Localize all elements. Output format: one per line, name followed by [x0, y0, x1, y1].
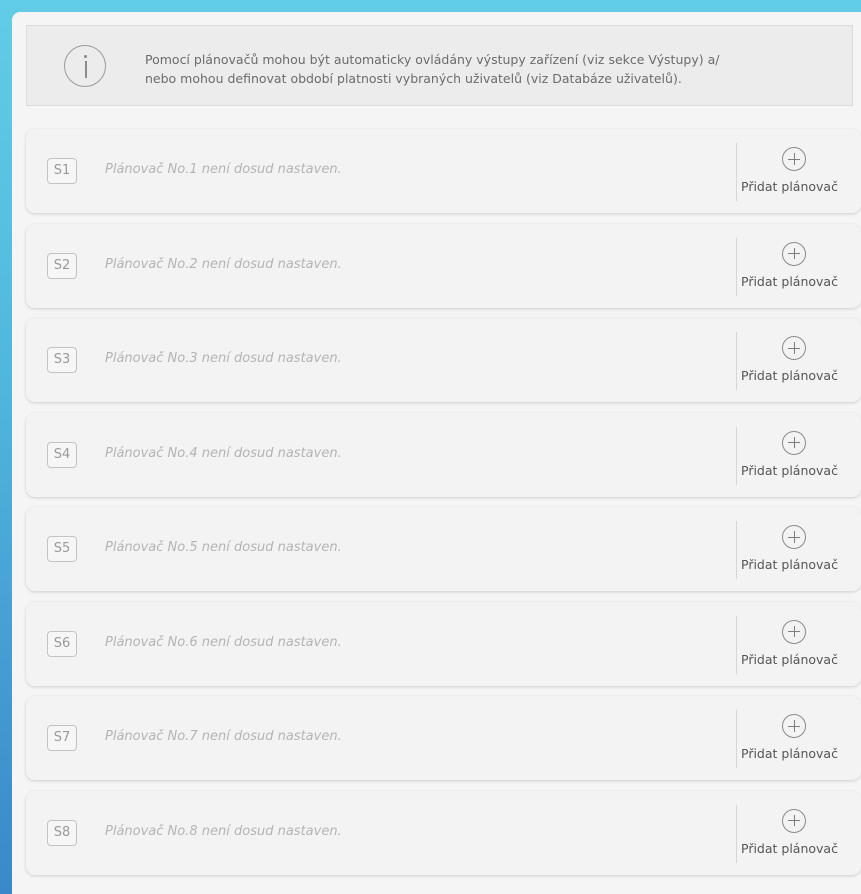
- divider: [736, 332, 737, 390]
- divider: [736, 710, 737, 768]
- add-scheduler-label: Přidat plánovač: [741, 179, 838, 194]
- add-scheduler-button[interactable]: Přidat plánovač: [738, 710, 861, 768]
- slot-badge: S2: [47, 252, 77, 279]
- slot-badge: S6: [47, 630, 77, 657]
- scheduler-status-text: Plánovač No.7 není dosud nastaven.: [105, 729, 342, 744]
- scheduler-status-text: Plánovač No.2 není dosud nastaven.: [105, 256, 342, 272]
- add-scheduler-button[interactable]: Přidat plánovač: [738, 143, 861, 201]
- divider: [736, 521, 737, 579]
- divider: [736, 237, 737, 296]
- plus-circle-icon: [782, 241, 806, 266]
- add-scheduler-button[interactable]: Přidat plánovač: [738, 238, 861, 296]
- slot-badge: S4: [47, 441, 77, 468]
- plus-circle-icon: [782, 430, 806, 455]
- divider: [736, 143, 737, 201]
- scheduler-status-text: Plánovač No.4 není dosud nastaven.: [105, 445, 342, 461]
- plus-circle-icon: [782, 714, 806, 738]
- add-scheduler-label: Přidat plánovač: [741, 651, 838, 667]
- scheduler-status-text: Plánovač No.8 není dosud nastaven.: [105, 823, 342, 839]
- info-text: Pomocí plánovačů mohou být automaticky o…: [145, 52, 720, 86]
- plus-circle-icon: [782, 147, 806, 171]
- scheduler-row-1: S1 Plánovač No.1 není dosud nastaven. Př…: [26, 129, 861, 213]
- add-scheduler-label: Přidat plánovač: [741, 368, 838, 383]
- add-scheduler-label: Přidat plánovač: [741, 557, 838, 572]
- scheduler-row-2: S2 Plánovač No.2 není dosud nastaven. Př…: [26, 223, 861, 308]
- plus-circle-icon: [782, 619, 806, 644]
- add-scheduler-label: Přidat plánovač: [741, 746, 838, 761]
- add-scheduler-label: Přidat plánovač: [741, 462, 838, 478]
- plus-circle-icon: [782, 808, 806, 833]
- add-scheduler-button[interactable]: Přidat plánovač: [738, 427, 861, 485]
- scheduler-status-text: Plánovač No.3 není dosud nastaven.: [105, 351, 342, 366]
- slot-badge: S7: [47, 725, 77, 751]
- add-scheduler-button[interactable]: Přidat plánovač: [738, 521, 861, 579]
- scheduler-row-5: S5 Plánovač No.5 není dosud nastaven. Př…: [26, 507, 861, 591]
- divider: [736, 804, 737, 863]
- slot-badge: S5: [47, 536, 77, 562]
- info-box: Pomocí plánovačů mohou být automaticky o…: [26, 25, 853, 106]
- divider: [736, 426, 737, 485]
- scheduler-status-text: Plánovač No.1 není dosud nastaven.: [105, 162, 342, 177]
- info-icon: [64, 45, 106, 87]
- add-scheduler-button[interactable]: Přidat plánovač: [738, 805, 861, 863]
- scheduler-row-3: S3 Plánovač No.3 není dosud nastaven. Př…: [26, 318, 861, 402]
- add-scheduler-label: Přidat plánovač: [741, 273, 838, 289]
- add-scheduler-label: Přidat plánovač: [741, 840, 838, 856]
- scheduler-row-6: S6 Plánovač No.6 není dosud nastaven. Př…: [26, 601, 861, 686]
- add-scheduler-button[interactable]: Přidat plánovač: [738, 616, 861, 674]
- scheduler-status-text: Plánovač No.6 není dosud nastaven.: [105, 634, 342, 650]
- scheduler-row-4: S4 Plánovač No.4 není dosud nastaven. Př…: [26, 412, 861, 497]
- plus-circle-icon: [782, 336, 806, 360]
- slot-badge: S3: [47, 347, 77, 373]
- scheduler-status-text: Plánovač No.5 není dosud nastaven.: [105, 540, 342, 555]
- scheduler-row-8: S8 Plánovač No.8 není dosud nastaven. Př…: [26, 790, 861, 875]
- plus-circle-icon: [782, 525, 806, 549]
- slot-badge: S1: [47, 158, 77, 184]
- add-scheduler-button[interactable]: Přidat plánovač: [738, 332, 861, 390]
- main-panel: Pomocí plánovačů mohou být automaticky o…: [12, 12, 861, 894]
- slot-badge: S8: [47, 819, 77, 846]
- scheduler-row-7: S7 Plánovač No.7 není dosud nastaven. Př…: [26, 696, 861, 780]
- divider: [736, 615, 737, 674]
- scheduler-list: S1 Plánovač No.1 není dosud nastaven. Př…: [26, 129, 861, 885]
